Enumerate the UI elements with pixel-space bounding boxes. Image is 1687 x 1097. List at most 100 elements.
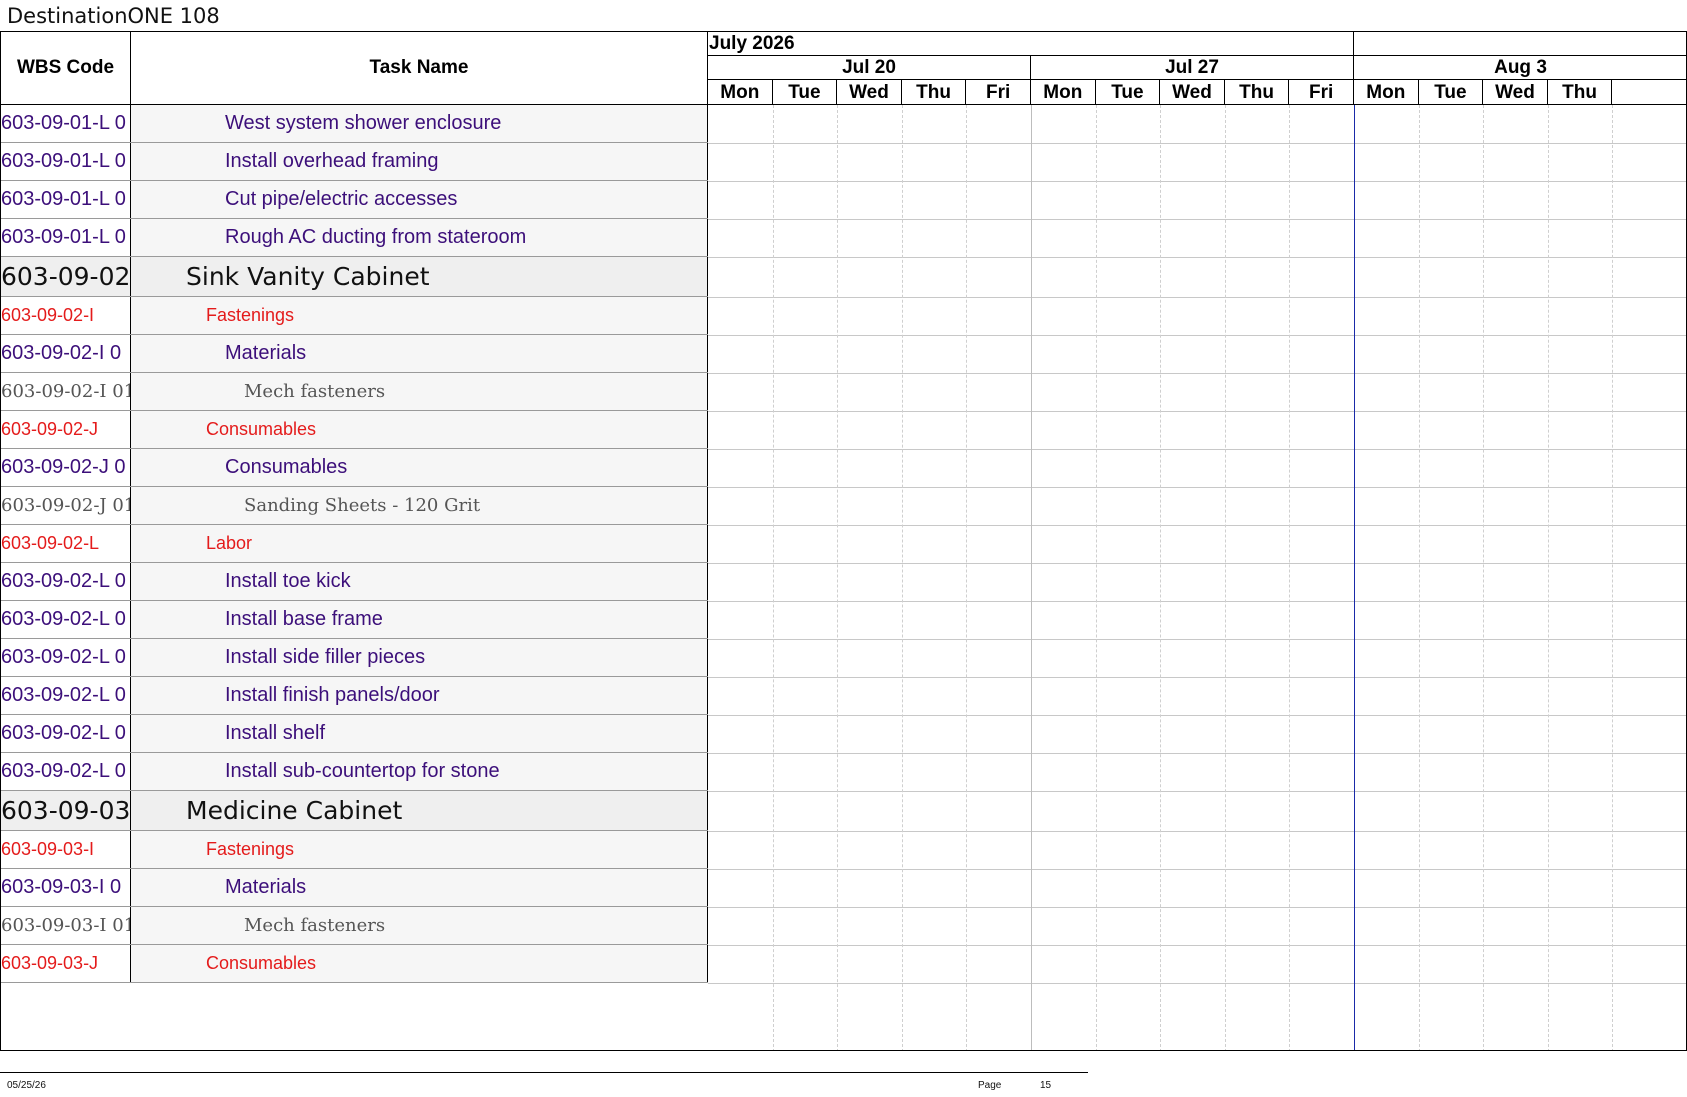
task-name-cell[interactable]: Fastenings (131, 297, 708, 334)
task-name-cell[interactable]: Mech fasteners (131, 373, 708, 410)
wbs-code-cell[interactable]: 603-09-02-I 0 (1, 335, 131, 372)
task-row[interactable]: 603-09-01-L 0 West system shower enclosur… (1, 105, 708, 143)
task-row[interactable]: 603-09-02-L 0 Install toe kick (1, 563, 708, 601)
grid-row-line (708, 181, 1686, 182)
task-name-cell[interactable]: Materials (131, 335, 708, 372)
wbs-code-cell[interactable]: 603-09-02-I 01- (1, 373, 131, 410)
wbs-code-cell[interactable]: 603-09-02-L (1, 525, 131, 562)
task-row[interactable]: 603-09-03-I 01- Mech fasteners (1, 907, 708, 945)
grid-row-line (708, 487, 1686, 488)
gantt-chart-grid[interactable] (708, 105, 1686, 1050)
day-grid-line (901, 105, 903, 1050)
task-name-cell[interactable]: Install shelf (131, 715, 708, 752)
grid-row-line (708, 411, 1686, 412)
task-name-cell[interactable]: Mech fasteners (131, 907, 708, 944)
wbs-code-cell[interactable]: 603-09-01-L 0 (1, 143, 131, 180)
task-row[interactable]: 603-09-02-J 0 Consumables (1, 449, 708, 487)
wbs-code-cell[interactable]: 603-09-01-L 0 (1, 105, 131, 142)
grid-row-line (708, 869, 1686, 870)
task-row[interactable]: 603-09-02-J Consumables (1, 411, 708, 449)
wbs-code-cell[interactable]: 603-09-03-I 01- (1, 907, 131, 944)
wbs-code-cell[interactable]: 603-09-01-L 0 (1, 181, 131, 218)
task-row[interactable]: 603-09-02-L 0 Install side filler pieces (1, 639, 708, 677)
task-name-cell[interactable]: Consumables (131, 449, 708, 486)
day-grid-line (1483, 105, 1485, 1050)
wbs-code-cell[interactable]: 603-09-03 (1, 791, 131, 830)
timescale-month-tier: July 2026 (708, 32, 1686, 56)
timescale-week-tier: Jul 20 Jul 27 Aug 3 (708, 56, 1686, 80)
timescale-day-cell: Fri (1289, 80, 1354, 105)
wbs-code-cell[interactable]: 603-09-02-I (1, 297, 131, 334)
task-name-cell[interactable]: Consumables (131, 411, 708, 448)
day-grid-line (1095, 105, 1097, 1050)
summary-row[interactable]: 603-09-03 Medicine Cabinet (1, 791, 708, 831)
task-name-cell[interactable]: Fastenings (131, 831, 708, 868)
task-row[interactable]: 603-09-02-L 0 Install shelf (1, 715, 708, 753)
wbs-code-cell[interactable]: 603-09-02-L 0 (1, 753, 131, 790)
wbs-code-cell[interactable]: 603-09-02-J 0 (1, 449, 131, 486)
task-name-cell[interactable]: Install finish panels/door (131, 677, 708, 714)
task-name-cell[interactable]: Install overhead framing (131, 143, 708, 180)
task-name-cell[interactable]: Sink Vanity Cabinet (131, 257, 708, 296)
task-row[interactable]: 603-09-02-L 0 Install finish panels/door (1, 677, 708, 715)
wbs-code-cell[interactable]: 603-09-02-L 0 (1, 715, 131, 752)
wbs-code-cell[interactable]: 603-09-02-L 0 (1, 677, 131, 714)
task-name-cell[interactable]: Cut pipe/electric accesses (131, 181, 708, 218)
task-row[interactable]: 603-09-01-L 0 Rough AC ducting from state… (1, 219, 708, 257)
grid-row-line (708, 677, 1686, 678)
wbs-code-cell[interactable]: 603-09-02-J (1, 411, 131, 448)
document-title: DestinationONE 108 (7, 4, 220, 28)
task-row[interactable]: 603-09-02-J 01 Sanding Sheets - 120 Grit (1, 487, 708, 525)
grid-row-line (708, 639, 1686, 640)
task-name-cell[interactable]: Materials (131, 869, 708, 906)
grid-row-line (708, 907, 1686, 908)
wbs-code-cell[interactable]: 603-09-02 (1, 257, 131, 296)
wbs-code-cell[interactable]: 603-09-02-L 0 (1, 563, 131, 600)
task-name-cell[interactable]: Medicine Cabinet (131, 791, 708, 830)
task-row[interactable]: 603-09-03-I 0 Materials (1, 869, 708, 907)
task-name-cell[interactable]: Consumables (131, 945, 708, 982)
timescale-day-cell: Tue (1096, 80, 1161, 105)
task-name-cell[interactable]: Labor (131, 525, 708, 562)
task-name-cell[interactable]: Install base frame (131, 601, 708, 638)
task-row[interactable]: 603-09-03-I Fastenings (1, 831, 708, 869)
timescale-day-cell: Mon (1031, 80, 1096, 105)
wbs-code-cell[interactable]: 603-09-02-L 0 (1, 639, 131, 676)
grid-row-line (708, 945, 1686, 946)
grid-row-line (708, 601, 1686, 602)
grid-row-line (708, 563, 1686, 564)
wbs-code-column-header[interactable]: WBS Code (1, 32, 131, 105)
wbs-code-cell[interactable]: 603-09-02-L 0 (1, 601, 131, 638)
wbs-code-cell[interactable]: 603-09-03-I 0 (1, 869, 131, 906)
wbs-code-cell[interactable]: 603-09-03-J (1, 945, 131, 982)
task-row[interactable]: 603-09-02-I 0 Materials (1, 335, 708, 373)
task-row[interactable]: 603-09-02-I 01- Mech fasteners (1, 373, 708, 411)
task-row[interactable]: 603-09-02-L 0 Install sub-countertop for … (1, 753, 708, 791)
timescale-day-cell: Fri (966, 80, 1031, 105)
task-name-cell[interactable]: Install toe kick (131, 563, 708, 600)
gantt-sheet: WBS Code Task Name July 2026 Jul 20 Jul 2… (0, 31, 1687, 1051)
task-row[interactable]: 603-09-02-L 0 Install base frame (1, 601, 708, 639)
task-name-cell[interactable]: Install side filler pieces (131, 639, 708, 676)
task-row[interactable]: 603-09-02-I Fastenings (1, 297, 708, 335)
grid-row-line (708, 373, 1686, 374)
timescale-day-cell: Tue (1419, 80, 1484, 105)
task-name-cell[interactable]: Rough AC ducting from stateroom (131, 219, 708, 256)
task-name-cell[interactable]: Install sub-countertop for stone (131, 753, 708, 790)
task-name-cell[interactable]: West system shower enclosure (131, 105, 708, 142)
wbs-code-cell[interactable]: 603-09-02-J 01 (1, 487, 131, 524)
week-boundary-line (1354, 105, 1355, 1050)
task-row[interactable]: 603-09-01-L 0 Cut pipe/electric accesses (1, 181, 708, 219)
summary-row[interactable]: 603-09-02 Sink Vanity Cabinet (1, 257, 708, 297)
task-row[interactable]: 603-09-01-L 0 Install overhead framing (1, 143, 708, 181)
grid-row-line (708, 257, 1686, 258)
task-row[interactable]: 603-09-03-J Consumables (1, 945, 708, 983)
wbs-code-cell[interactable]: 603-09-03-I (1, 831, 131, 868)
task-row[interactable]: 603-09-02-L Labor (1, 525, 708, 563)
grid-row-line (708, 219, 1686, 220)
wbs-code-cell[interactable]: 603-09-01-L 0 (1, 219, 131, 256)
timescale-day-cell: Tue (773, 80, 838, 105)
grid-row-line (708, 143, 1686, 144)
task-name-column-header[interactable]: Task Name (131, 32, 708, 105)
task-name-cell[interactable]: Sanding Sheets - 120 Grit (131, 487, 708, 524)
